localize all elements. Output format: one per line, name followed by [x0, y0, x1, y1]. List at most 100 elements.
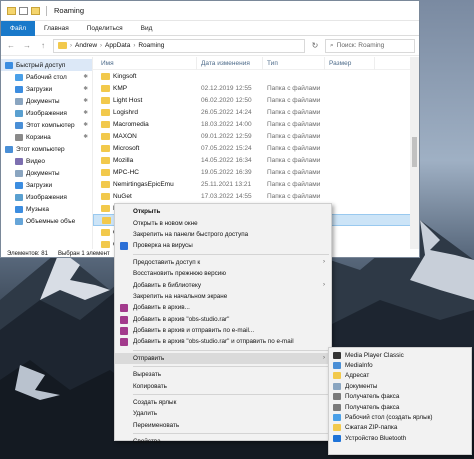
file-row[interactable]: KMP 02.12.2019 12:55 Папка с файлами: [93, 82, 419, 94]
nav-item[interactable]: Видео: [1, 155, 92, 167]
nav-item[interactable]: Этот компьютер: [1, 143, 92, 155]
context-menu-item[interactable]: Свойства: [115, 436, 331, 447]
menu-separator: [133, 253, 329, 255]
context-menu-item[interactable]: Отправить ›: [115, 352, 331, 365]
up-icon[interactable]: ↑: [37, 41, 49, 50]
file-row[interactable]: NuGet 17.03.2022 14:55 Папка с файлами: [93, 190, 419, 202]
menu-item-label: Открыть в новом окне: [133, 219, 198, 227]
sendto-item-label: MediaInfo: [345, 362, 373, 370]
nav-item[interactable]: Изображения: [1, 191, 92, 203]
file-row[interactable]: Logishrd 26.05.2022 14:24 Папка с файлами: [93, 106, 419, 118]
menu-item-label: Удалить: [133, 410, 158, 418]
sendto-item-icon: [333, 424, 341, 432]
forward-icon[interactable]: →: [21, 41, 33, 50]
file-date: 02.12.2019 12:55: [201, 84, 252, 92]
context-menu-item[interactable]: Добавить в архив "obs-studio.rar" и отпр…: [115, 336, 331, 347]
sendto-item[interactable]: Сжатая ZIP-папка: [329, 423, 471, 433]
context-menu-item[interactable]: Вырезать: [115, 369, 331, 380]
tab-home[interactable]: Главная: [35, 21, 78, 36]
file-row[interactable]: Macromedia 18.03.2022 14:00 Папка с файлам…: [93, 118, 419, 130]
breadcrumb-roaming[interactable]: Roaming: [138, 42, 164, 49]
nav-item[interactable]: Корзина ✱: [1, 131, 92, 143]
nav-item[interactable]: Быстрый доступ: [1, 59, 92, 71]
sendto-item[interactable]: Документы: [329, 381, 471, 391]
nav-item[interactable]: Документы ✱: [1, 95, 92, 107]
nav-item[interactable]: Загрузки ✱: [1, 83, 92, 95]
file-row[interactable]: NemirtingasEpicEmu 25.11.2021 13:21 Папка …: [93, 178, 419, 190]
sendto-item[interactable]: MediaInfo: [329, 360, 471, 370]
context-menu-item[interactable]: Открыть в новом окне: [115, 217, 331, 228]
sendto-item[interactable]: Рабочий стол (создать ярлык): [329, 412, 471, 422]
file-row[interactable]: MPC-HC 19.05.2022 16:39 Папка с файлами: [93, 166, 419, 178]
new-folder-icon[interactable]: [31, 6, 40, 15]
sendto-item[interactable]: Адресат: [329, 371, 471, 381]
breadcrumb-appdata[interactable]: AppData: [105, 42, 130, 49]
nav-item-label: Этот компьютер: [26, 121, 75, 129]
context-menu-item[interactable]: Создать ярлык: [115, 397, 331, 408]
back-icon[interactable]: ←: [5, 41, 17, 50]
sendto-item[interactable]: Получатель факса: [329, 402, 471, 412]
context-menu-item[interactable]: Закрепить на начальном экране: [115, 291, 331, 302]
properties-icon[interactable]: [19, 6, 28, 15]
nav-item-label: Корзина: [26, 133, 51, 141]
nav-item[interactable]: Рабочий стол ✱: [1, 71, 92, 83]
breadcrumb-andrew[interactable]: Andrew: [75, 42, 97, 49]
nav-item[interactable]: Загрузки: [1, 179, 92, 191]
file-name: NemirtingasEpicEmu: [113, 180, 174, 188]
context-menu-item[interactable]: Закрепить на панели быстрого доступа: [115, 229, 331, 240]
folder-icon: [101, 84, 110, 92]
context-menu-item[interactable]: Открыть: [115, 206, 331, 217]
column-date[interactable]: Дата изменения: [197, 57, 263, 70]
column-header: Имя Дата изменения Тип Размер: [93, 57, 419, 70]
context-menu-item[interactable]: Проверка на вирусы: [115, 240, 331, 251]
menu-item-icon: [120, 304, 128, 313]
column-type[interactable]: Тип: [263, 57, 325, 70]
file-row[interactable]: Kingsoft: [93, 70, 419, 82]
context-menu-item[interactable]: Восстановить прежнюю версию: [115, 268, 331, 279]
context-menu-item[interactable]: Добавить в архив...: [115, 302, 331, 313]
folder-icon: [101, 120, 110, 128]
sendto-item-icon: [333, 434, 341, 442]
context-menu-item[interactable]: Удалить: [115, 408, 331, 419]
sendto-item[interactable]: Получатель факса: [329, 392, 471, 402]
file-row[interactable]: MAXON 09.01.2022 12:59 Папка с файлами: [93, 130, 419, 142]
context-menu-item[interactable]: Копировать: [115, 380, 331, 391]
address-bar[interactable]: › Andrew › AppData › Roaming: [53, 38, 305, 53]
menu-item-label: Закрепить на начальном экране: [133, 292, 228, 300]
nav-item[interactable]: Объемные объе: [1, 215, 92, 227]
folder-icon: [101, 144, 110, 152]
tab-view[interactable]: Вид: [132, 21, 162, 36]
nav-item[interactable]: Этот компьютер ✱: [1, 119, 92, 131]
scrollbar-thumb[interactable]: [412, 137, 417, 167]
pin-icon: ✱: [83, 110, 88, 116]
context-menu-item[interactable]: Переименовать: [115, 420, 331, 431]
folder-icon: [101, 192, 110, 200]
context-menu-item[interactable]: Добавить в архив "obs-studio.rar": [115, 314, 331, 325]
sendto-item[interactable]: Устройство Bluetooth: [329, 433, 471, 443]
folder-icon: [58, 42, 67, 49]
context-menu: Открыть Открыть в новом окне Закрепить на …: [114, 203, 332, 445]
file-row[interactable]: Light Host 06.02.2020 12:50 Папка с файлам…: [93, 94, 419, 106]
menu-item-icon: [120, 338, 128, 347]
nav-item[interactable]: Изображения ✱: [1, 107, 92, 119]
column-size[interactable]: Размер: [325, 57, 375, 70]
file-row[interactable]: Microsoft 07.05.2022 15:24 Папка с файлами: [93, 142, 419, 154]
nav-item[interactable]: Музыка: [1, 203, 92, 215]
context-menu-item[interactable]: Предоставить доступ к ›: [115, 257, 331, 268]
column-name[interactable]: Имя: [93, 57, 197, 70]
tab-share[interactable]: Поделиться: [78, 21, 132, 36]
nav-item[interactable]: Документы: [1, 167, 92, 179]
file-row[interactable]: Mozilla 14.05.2022 16:34 Папка с файлами: [93, 154, 419, 166]
menu-item-label: Закрепить на панели быстрого доступа: [133, 230, 249, 238]
refresh-icon[interactable]: ↻: [309, 41, 321, 50]
sendto-item[interactable]: Media Player Classic: [329, 350, 471, 360]
nav-item-label: Документы: [26, 169, 60, 177]
nav-item-icon: [15, 85, 23, 93]
file-date: 14.05.2022 16:34: [201, 156, 252, 164]
scrollbar[interactable]: [410, 57, 419, 249]
sendto-item-icon: [333, 393, 341, 401]
tab-file[interactable]: Файл: [1, 20, 35, 36]
search-input[interactable]: ⌕ Поиск: Roaming: [325, 38, 415, 53]
context-menu-item[interactable]: Добавить в библиотеку ›: [115, 279, 331, 290]
context-menu-item[interactable]: Добавить в архив и отправить по e-mail..…: [115, 325, 331, 336]
